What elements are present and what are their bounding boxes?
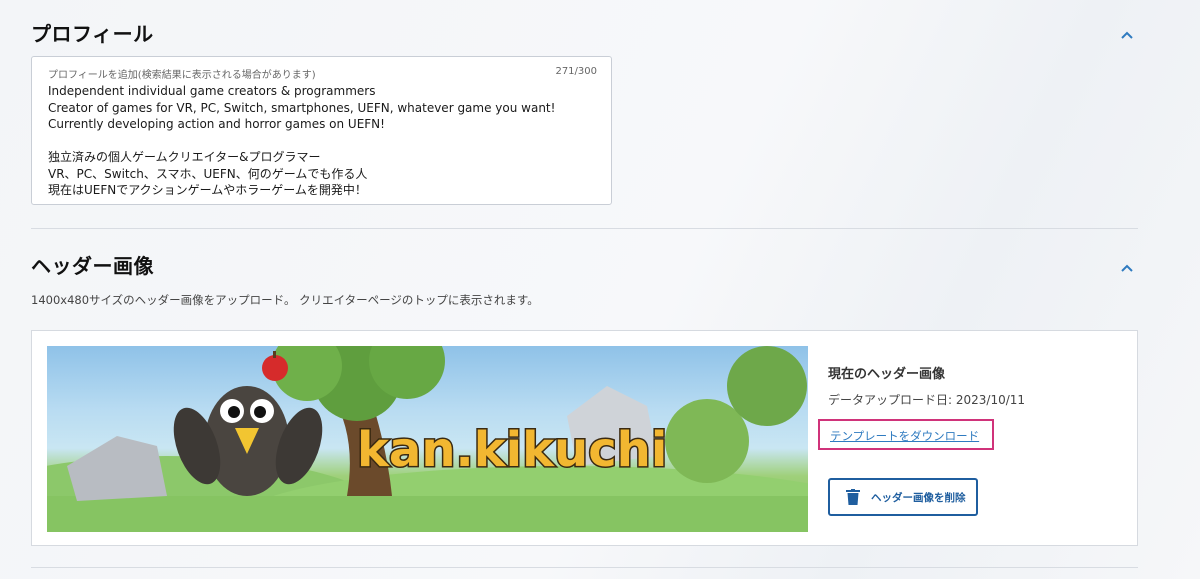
collapse-header-image-button[interactable]: [1117, 258, 1137, 278]
chevron-up-icon: [1121, 264, 1133, 272]
collapse-profile-button[interactable]: [1117, 25, 1137, 45]
profile-text-value[interactable]: Independent individual game creators & p…: [48, 83, 598, 199]
delete-header-image-button[interactable]: ヘッダー画像を削除: [828, 478, 978, 516]
header-image-description: 1400x480サイズのヘッダー画像をアップロード。 クリエイターページのトップ…: [31, 293, 539, 307]
header-image-card: kan.kikuchi 現在のヘッダー画像 データアップロード日: 2023/1…: [31, 330, 1138, 546]
delete-button-label: ヘッダー画像を削除: [871, 491, 966, 504]
upload-date: データアップロード日: 2023/10/11: [828, 393, 1026, 407]
profile-textarea[interactable]: プロフィールを追加(検索結果に表示される場合があります) 271/300 Ind…: [31, 56, 612, 205]
current-header-image-label: 現在のヘッダー画像: [828, 367, 946, 382]
chevron-up-icon: [1121, 31, 1133, 39]
download-template-link[interactable]: テンプレートをダウンロード: [830, 428, 979, 444]
trash-icon: [846, 489, 860, 505]
profile-char-count: 271/300: [555, 66, 597, 77]
header-image-section-title: ヘッダー画像: [31, 254, 154, 278]
header-image-preview: kan.kikuchi: [47, 346, 808, 532]
banner-logo-text: kan.kikuchi: [357, 422, 667, 478]
profile-section-title: プロフィール: [31, 22, 154, 46]
section-divider-bottom: [31, 567, 1138, 568]
profile-field-label: プロフィールを追加(検索結果に表示される場合があります): [48, 70, 316, 81]
section-divider: [31, 228, 1138, 229]
template-link-highlight: テンプレートをダウンロード: [818, 419, 994, 450]
banner-illustration: kan.kikuchi: [47, 346, 808, 532]
